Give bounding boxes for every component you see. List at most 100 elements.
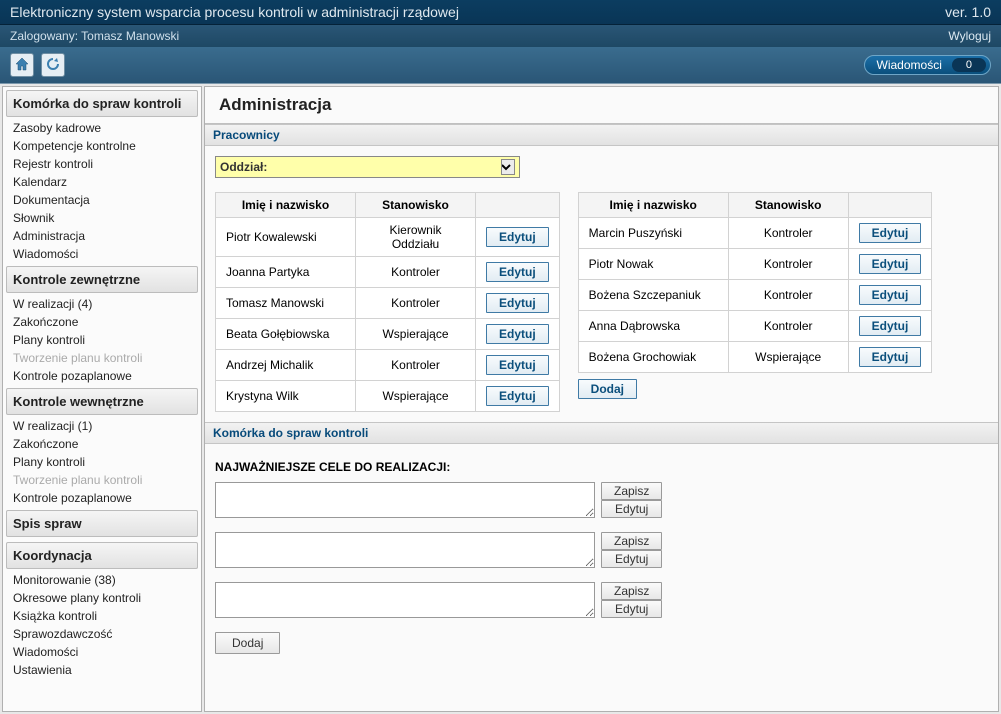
employees-panel-body: Oddział: Imię i nazwisko Stanowisko Piot… — [205, 146, 998, 422]
cell-name: Andrzej Michalik — [216, 350, 356, 381]
sidebar-item[interactable]: Monitorowanie (38) — [3, 571, 201, 589]
th-action — [476, 193, 560, 218]
cell-action: Edytuj — [848, 311, 932, 342]
cell-action: Edytuj — [848, 218, 932, 249]
sidebar-item[interactable]: Ustawienia — [3, 661, 201, 679]
sidebar: Komórka do spraw kontroliZasoby kadroweK… — [2, 86, 202, 712]
edit-goal-button[interactable]: Edytuj — [601, 550, 662, 568]
table-row: Anna DąbrowskaKontrolerEdytuj — [578, 311, 932, 342]
cell-name: Anna Dąbrowska — [578, 311, 728, 342]
th-name: Imię i nazwisko — [578, 193, 728, 218]
sidebar-item[interactable]: Okresowe plany kontroli — [3, 589, 201, 607]
home-button[interactable] — [10, 53, 34, 77]
goal-input[interactable] — [215, 532, 595, 568]
sidebar-item[interactable]: Sprawozdawczość — [3, 625, 201, 643]
sidebar-item[interactable]: Dokumentacja — [3, 191, 201, 209]
th-name: Imię i nazwisko — [216, 193, 356, 218]
cell-name: Bożena Grochowiak — [578, 342, 728, 373]
app-subheader: Zalogowany: Tomasz Manowski Wyloguj — [0, 25, 1001, 47]
sidebar-item[interactable]: Kompetencje kontrolne — [3, 137, 201, 155]
sidebar-item[interactable]: Rejestr kontroli — [3, 155, 201, 173]
logout-link[interactable]: Wyloguj — [948, 29, 991, 43]
refresh-button[interactable] — [41, 53, 65, 77]
goal-row: ZapiszEdytuj — [215, 582, 988, 618]
cell-position: Kontroler — [356, 288, 476, 319]
sidebar-section-header[interactable]: Spis spraw — [6, 510, 198, 537]
sidebar-item[interactable]: Wiadomości — [3, 245, 201, 263]
toolbar-left — [10, 53, 69, 77]
sidebar-item[interactable]: W realizacji (1) — [3, 417, 201, 435]
department-label: Oddział: — [220, 160, 501, 174]
edit-button[interactable]: Edytuj — [859, 223, 922, 243]
cell-action: Edytuj — [476, 257, 560, 288]
sidebar-item: Tworzenie planu kontroli — [3, 349, 201, 367]
edit-button[interactable]: Edytuj — [486, 386, 549, 406]
edit-goal-button[interactable]: Edytuj — [601, 500, 662, 518]
goals-heading: NAJWAŻNIEJSZE CELE DO REALIZACJI: — [215, 460, 988, 474]
sidebar-item[interactable]: Plany kontroli — [3, 453, 201, 471]
sidebar-item[interactable]: Wiadomości — [3, 643, 201, 661]
add-employee-button[interactable]: Dodaj — [578, 379, 637, 399]
main-area: Administracja Pracownicy Oddział: Imię i… — [204, 86, 999, 712]
table-row: Bożena SzczepaniukKontrolerEdytuj — [578, 280, 932, 311]
edit-button[interactable]: Edytuj — [486, 262, 549, 282]
th-action — [848, 193, 932, 218]
sidebar-item[interactable]: W realizacji (4) — [3, 295, 201, 313]
sidebar-item[interactable]: Zakończone — [3, 435, 201, 453]
cell-name: Beata Gołębiowska — [216, 319, 356, 350]
table-row: Marcin PuszyńskiKontrolerEdytuj — [578, 218, 932, 249]
sidebar-section-header[interactable]: Kontrole zewnętrzne — [6, 266, 198, 293]
sidebar-item[interactable]: Kalendarz — [3, 173, 201, 191]
sidebar-item[interactable]: Słownik — [3, 209, 201, 227]
cell-position: Wspierające — [356, 319, 476, 350]
cell-action: Edytuj — [476, 288, 560, 319]
refresh-icon — [45, 56, 61, 75]
edit-button[interactable]: Edytuj — [859, 254, 922, 274]
cell-name: Piotr Kowalewski — [216, 218, 356, 257]
cell-action: Edytuj — [848, 280, 932, 311]
sidebar-item[interactable]: Administracja — [3, 227, 201, 245]
app-title: Elektroniczny system wsparcia procesu ko… — [10, 4, 459, 20]
edit-button[interactable]: Edytuj — [486, 227, 549, 247]
messages-count: 0 — [952, 58, 986, 72]
department-select-row[interactable]: Oddział: — [215, 156, 520, 178]
sidebar-item[interactable]: Kontrole pozaplanowe — [3, 367, 201, 385]
employee-table-left: Imię i nazwisko Stanowisko Piotr Kowalew… — [215, 192, 560, 412]
edit-button[interactable]: Edytuj — [486, 293, 549, 313]
goal-input[interactable] — [215, 582, 595, 618]
sidebar-section-header[interactable]: Komórka do spraw kontroli — [6, 90, 198, 117]
add-goal-button[interactable]: Dodaj — [215, 632, 280, 654]
edit-button[interactable]: Edytuj — [859, 316, 922, 336]
goal-row: ZapiszEdytuj — [215, 532, 988, 568]
edit-button[interactable]: Edytuj — [859, 285, 922, 305]
sidebar-item[interactable]: Plany kontroli — [3, 331, 201, 349]
cell-name: Bożena Szczepaniuk — [578, 280, 728, 311]
sidebar-section-header[interactable]: Koordynacja — [6, 542, 198, 569]
table-row: Tomasz ManowskiKontrolerEdytuj — [216, 288, 560, 319]
save-goal-button[interactable]: Zapisz — [601, 482, 662, 500]
goal-input[interactable] — [215, 482, 595, 518]
messages-button[interactable]: Wiadomości 0 — [864, 55, 991, 75]
save-goal-button[interactable]: Zapisz — [601, 532, 662, 550]
edit-button[interactable]: Edytuj — [486, 355, 549, 375]
edit-button[interactable]: Edytuj — [859, 347, 922, 367]
table-row: Piotr NowakKontrolerEdytuj — [578, 249, 932, 280]
sidebar-section-header[interactable]: Kontrole wewnętrzne — [6, 388, 198, 415]
cell-name: Joanna Partyka — [216, 257, 356, 288]
th-position: Stanowisko — [356, 193, 476, 218]
cell-position: Kontroler — [356, 350, 476, 381]
cell-name: Krystyna Wilk — [216, 381, 356, 412]
cell-action: Edytuj — [476, 319, 560, 350]
department-select[interactable] — [501, 159, 515, 175]
sidebar-item[interactable]: Kontrole pozaplanowe — [3, 489, 201, 507]
cell-action: Edytuj — [476, 381, 560, 412]
table-row: Andrzej MichalikKontroler Edytuj — [216, 350, 560, 381]
sidebar-item[interactable]: Zasoby kadrowe — [3, 119, 201, 137]
save-goal-button[interactable]: Zapisz — [601, 582, 662, 600]
th-position: Stanowisko — [728, 193, 848, 218]
sidebar-item[interactable]: Książka kontroli — [3, 607, 201, 625]
edit-goal-button[interactable]: Edytuj — [601, 600, 662, 618]
cell-panel-body: NAJWAŻNIEJSZE CELE DO REALIZACJI: Zapisz… — [205, 444, 998, 664]
edit-button[interactable]: Edytuj — [486, 324, 549, 344]
sidebar-item[interactable]: Zakończone — [3, 313, 201, 331]
